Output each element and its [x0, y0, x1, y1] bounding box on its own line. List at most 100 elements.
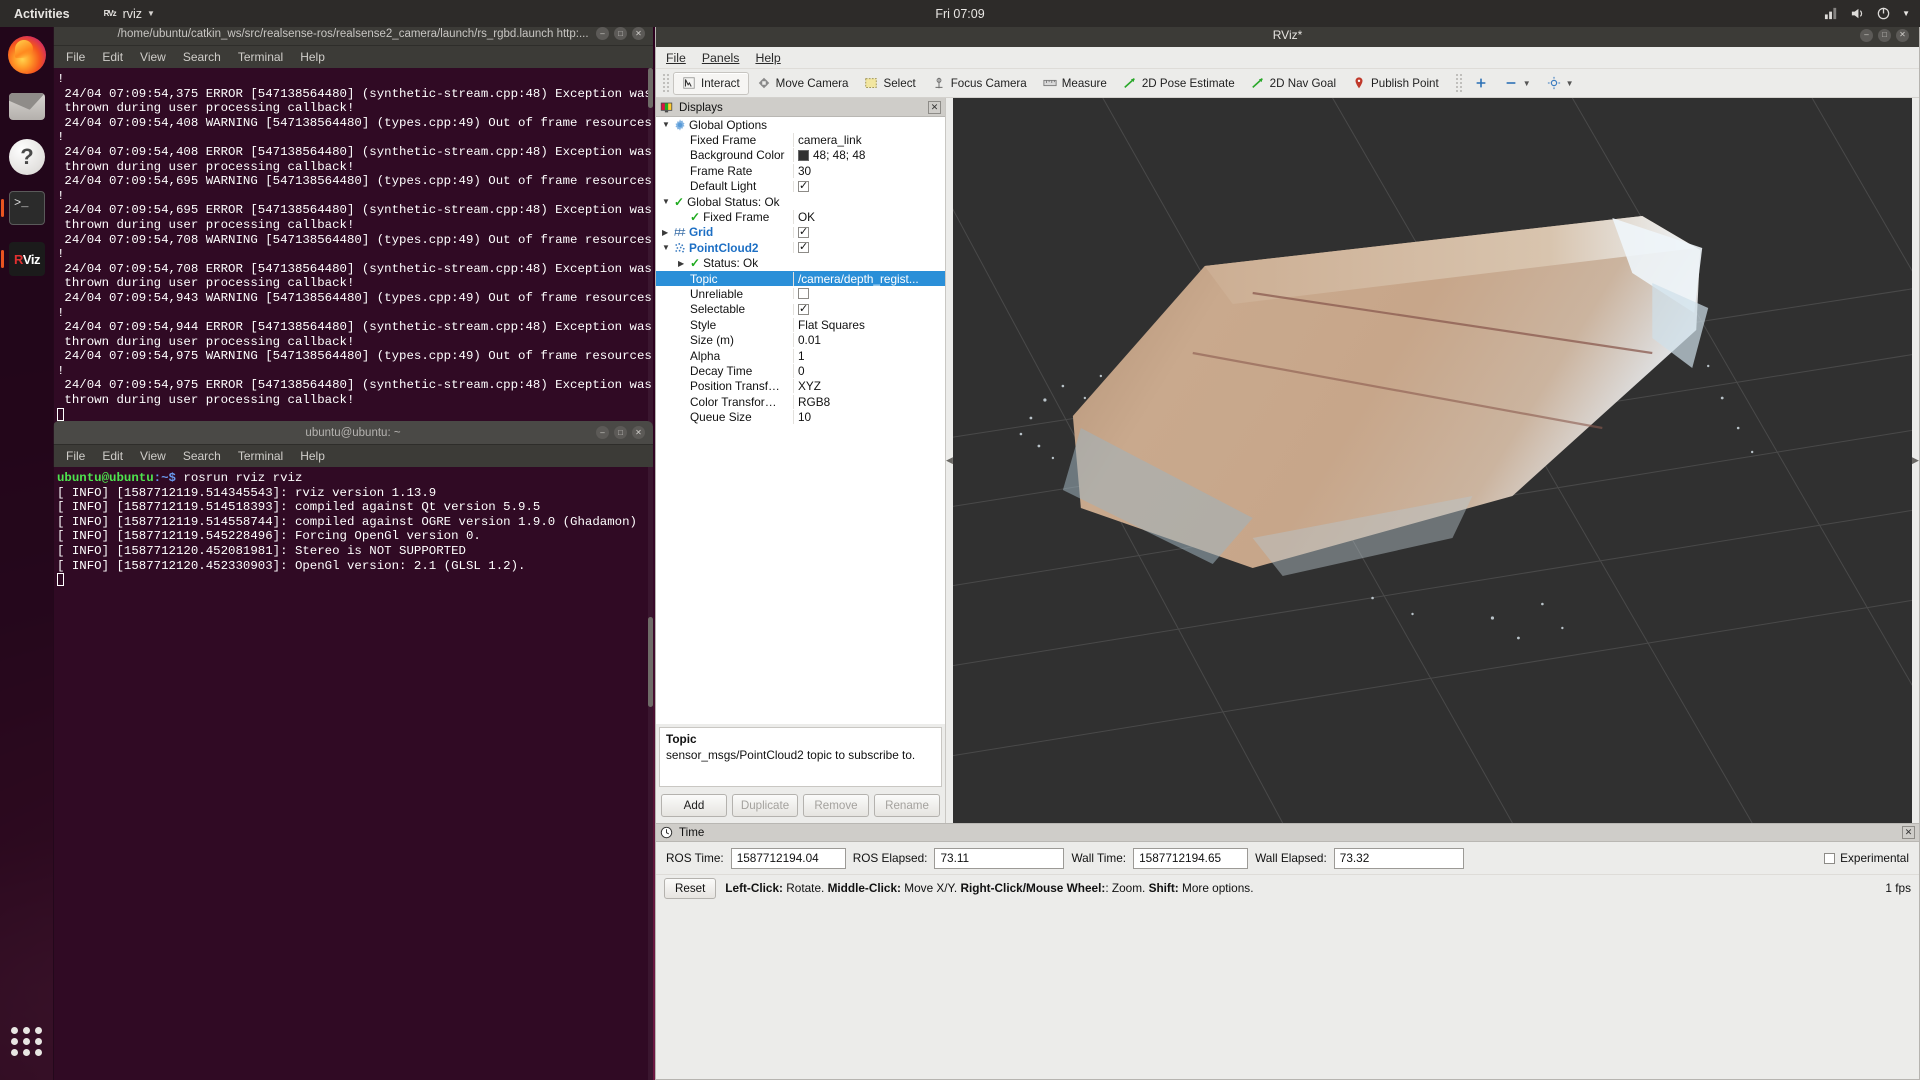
displays-row-value-cell[interactable] — [793, 226, 945, 238]
displays-row[interactable]: Selectable — [656, 302, 945, 317]
tool-interact[interactable]: Interact — [673, 71, 749, 95]
displays-row[interactable]: ▼ PointCloud2 — [656, 240, 945, 255]
window-controls[interactable]: – □ ✕ — [1860, 28, 1909, 42]
displays-row[interactable]: Fixed Frame camera_link — [656, 132, 945, 148]
duplicate-button[interactable]: Duplicate — [732, 794, 798, 817]
render-view-3d[interactable] — [953, 98, 1912, 823]
wall-time-field[interactable]: 1587712194.65 — [1133, 847, 1249, 869]
displays-row-value-cell[interactable]: 1 — [793, 348, 945, 363]
displays-row-value-cell[interactable]: 48; 48; 48 — [793, 148, 945, 163]
menu-search[interactable]: Search — [183, 449, 221, 463]
terminal2-titlebar[interactable]: ubuntu@ubuntu: ~ – □ ✕ — [53, 421, 653, 445]
collapse-left-icon[interactable]: ◀ — [946, 455, 953, 466]
terminal-window-launch[interactable]: /home/ubuntu/catkin_ws/src/realsense-ros… — [53, 22, 653, 425]
tool-2d-pose-estimate[interactable]: 2D Pose Estimate — [1115, 72, 1243, 95]
menu-terminal[interactable]: Terminal — [238, 449, 283, 463]
rviz-window[interactable]: RViz* – □ ✕ File Panels Help Interact Mo… — [655, 22, 1920, 1080]
tool-2d-nav-goal[interactable]: 2D Nav Goal — [1243, 72, 1344, 95]
displays-row-value-cell[interactable]: /camera/depth_regist... — [793, 271, 945, 286]
chevron-right-icon[interactable]: ▶ — [662, 228, 671, 237]
terminal1-scrollbar[interactable] — [648, 68, 653, 425]
add-button[interactable]: Add — [661, 794, 727, 817]
ros-elapsed-field[interactable]: 73.11 — [934, 847, 1065, 869]
toolbar-grip-2[interactable] — [1454, 73, 1463, 93]
displays-row-value-cell[interactable]: OK — [793, 210, 945, 225]
minimize-button[interactable]: – — [596, 426, 609, 439]
close-icon[interactable]: ✕ — [928, 100, 941, 114]
dock-item-firefox[interactable] — [5, 33, 49, 77]
close-button[interactable]: ✕ — [632, 27, 645, 40]
close-button[interactable]: ✕ — [632, 426, 645, 439]
dock-item-help[interactable]: ? — [5, 135, 49, 179]
displays-row[interactable]: ▼ ✓ Global Status: Ok — [656, 194, 945, 209]
displays-row[interactable]: ▶ ✓ Status: Ok — [656, 256, 945, 271]
menu-terminal[interactable]: Terminal — [238, 50, 283, 64]
menu-view[interactable]: View — [140, 50, 166, 64]
tool-add[interactable] — [1466, 72, 1496, 95]
menu-file[interactable]: File — [66, 50, 85, 64]
tool-settings[interactable]: ▼ — [1539, 72, 1582, 95]
chevron-right-icon[interactable]: ▶ — [678, 259, 687, 268]
dock-item-rviz[interactable]: R Viz — [1, 237, 49, 281]
displays-row-value-cell[interactable] — [793, 288, 945, 300]
minimize-button[interactable]: – — [1860, 28, 1873, 42]
displays-row[interactable]: Topic/camera/depth_regist... — [656, 270, 945, 287]
displays-row[interactable]: Position Transf… XYZ — [656, 379, 945, 394]
system-indicators[interactable]: ▼ — [1824, 6, 1910, 21]
dock-item-terminal[interactable]: >_ — [1, 186, 49, 230]
tool-measure[interactable]: Measure — [1035, 72, 1115, 95]
menu-file[interactable]: File — [66, 449, 85, 463]
terminal1-output[interactable]: ! 24/04 07:09:54,375 ERROR [547138564480… — [53, 68, 653, 425]
tool-remove[interactable]: ▼ — [1496, 72, 1539, 95]
displays-row[interactable]: ▶ Grid — [656, 225, 945, 240]
displays-row-value-cell[interactable] — [793, 242, 945, 254]
experimental-checkbox[interactable] — [1824, 852, 1836, 864]
displays-row-checkbox[interactable] — [798, 226, 809, 238]
displays-row[interactable]: Color Transfor… RGB8 — [656, 394, 945, 409]
terminal-window-rviz[interactable]: ubuntu@ubuntu: ~ – □ ✕ File Edit View Se… — [53, 421, 653, 1080]
displays-row[interactable]: Default Light — [656, 179, 945, 194]
menu-help[interactable]: Help — [300, 449, 325, 463]
displays-row-checkbox[interactable] — [798, 288, 809, 300]
terminal1-menubar[interactable]: File Edit View Search Terminal Help — [53, 46, 653, 68]
displays-row[interactable]: Decay Time 0 — [656, 363, 945, 378]
maximize-button[interactable]: □ — [614, 426, 627, 439]
maximize-button[interactable]: □ — [614, 27, 627, 40]
minimize-button[interactable]: – — [596, 27, 609, 40]
displays-row[interactable]: Frame Rate 30 — [656, 163, 945, 178]
displays-row-checkbox[interactable] — [798, 303, 809, 315]
displays-row-value-cell[interactable] — [793, 303, 945, 315]
menu-edit[interactable]: Edit — [102, 449, 123, 463]
window-controls[interactable]: – □ ✕ — [596, 27, 645, 40]
wall-elapsed-field[interactable]: 73.32 — [1333, 847, 1464, 869]
panel-splitter-right[interactable]: ▶ — [1912, 98, 1919, 823]
displays-row[interactable]: Unreliable — [656, 286, 945, 301]
displays-row-value-cell[interactable]: 0.01 — [793, 333, 945, 348]
displays-row-value-cell[interactable]: 0 — [793, 363, 945, 378]
displays-row-value-cell[interactable]: camera_link — [793, 133, 945, 148]
panel-splitter-left[interactable]: ◀ — [946, 98, 953, 823]
displays-row-value-cell[interactable]: 30 — [793, 163, 945, 178]
rviz-toolbar[interactable]: Interact Move Camera Select Focus Camera… — [656, 69, 1919, 98]
displays-row[interactable]: ▼ Global Options — [656, 117, 945, 132]
tool-select[interactable]: Select — [856, 72, 923, 95]
menu-edit[interactable]: Edit — [102, 50, 123, 64]
show-applications-icon[interactable] — [11, 1027, 43, 1056]
displays-row[interactable]: Alpha 1 — [656, 348, 945, 363]
displays-row[interactable]: Size (m) 0.01 — [656, 332, 945, 348]
displays-row-value-cell[interactable]: 10 — [793, 410, 945, 425]
chevron-down-icon[interactable]: ▼ — [662, 243, 671, 252]
clock[interactable]: Fri 07:09 — [935, 7, 984, 21]
menu-view[interactable]: View — [140, 449, 166, 463]
displays-row[interactable]: Style Flat Squares — [656, 317, 945, 332]
color-swatch[interactable] — [798, 149, 809, 161]
toolbar-grip[interactable] — [662, 73, 670, 93]
dock-item-thunderbird[interactable] — [5, 84, 49, 128]
window-controls[interactable]: – □ ✕ — [596, 426, 645, 439]
reset-button[interactable]: Reset — [664, 877, 717, 899]
displays-row-value-cell[interactable]: XYZ — [793, 379, 945, 394]
tool-focus-camera[interactable]: Focus Camera — [924, 72, 1035, 95]
terminal2-output[interactable]: ubuntu@ubuntu:~$ rosrun rviz rviz[ INFO]… — [53, 467, 653, 1080]
displays-row-value-cell[interactable] — [793, 180, 945, 192]
activities-button[interactable]: Activities — [14, 7, 70, 21]
